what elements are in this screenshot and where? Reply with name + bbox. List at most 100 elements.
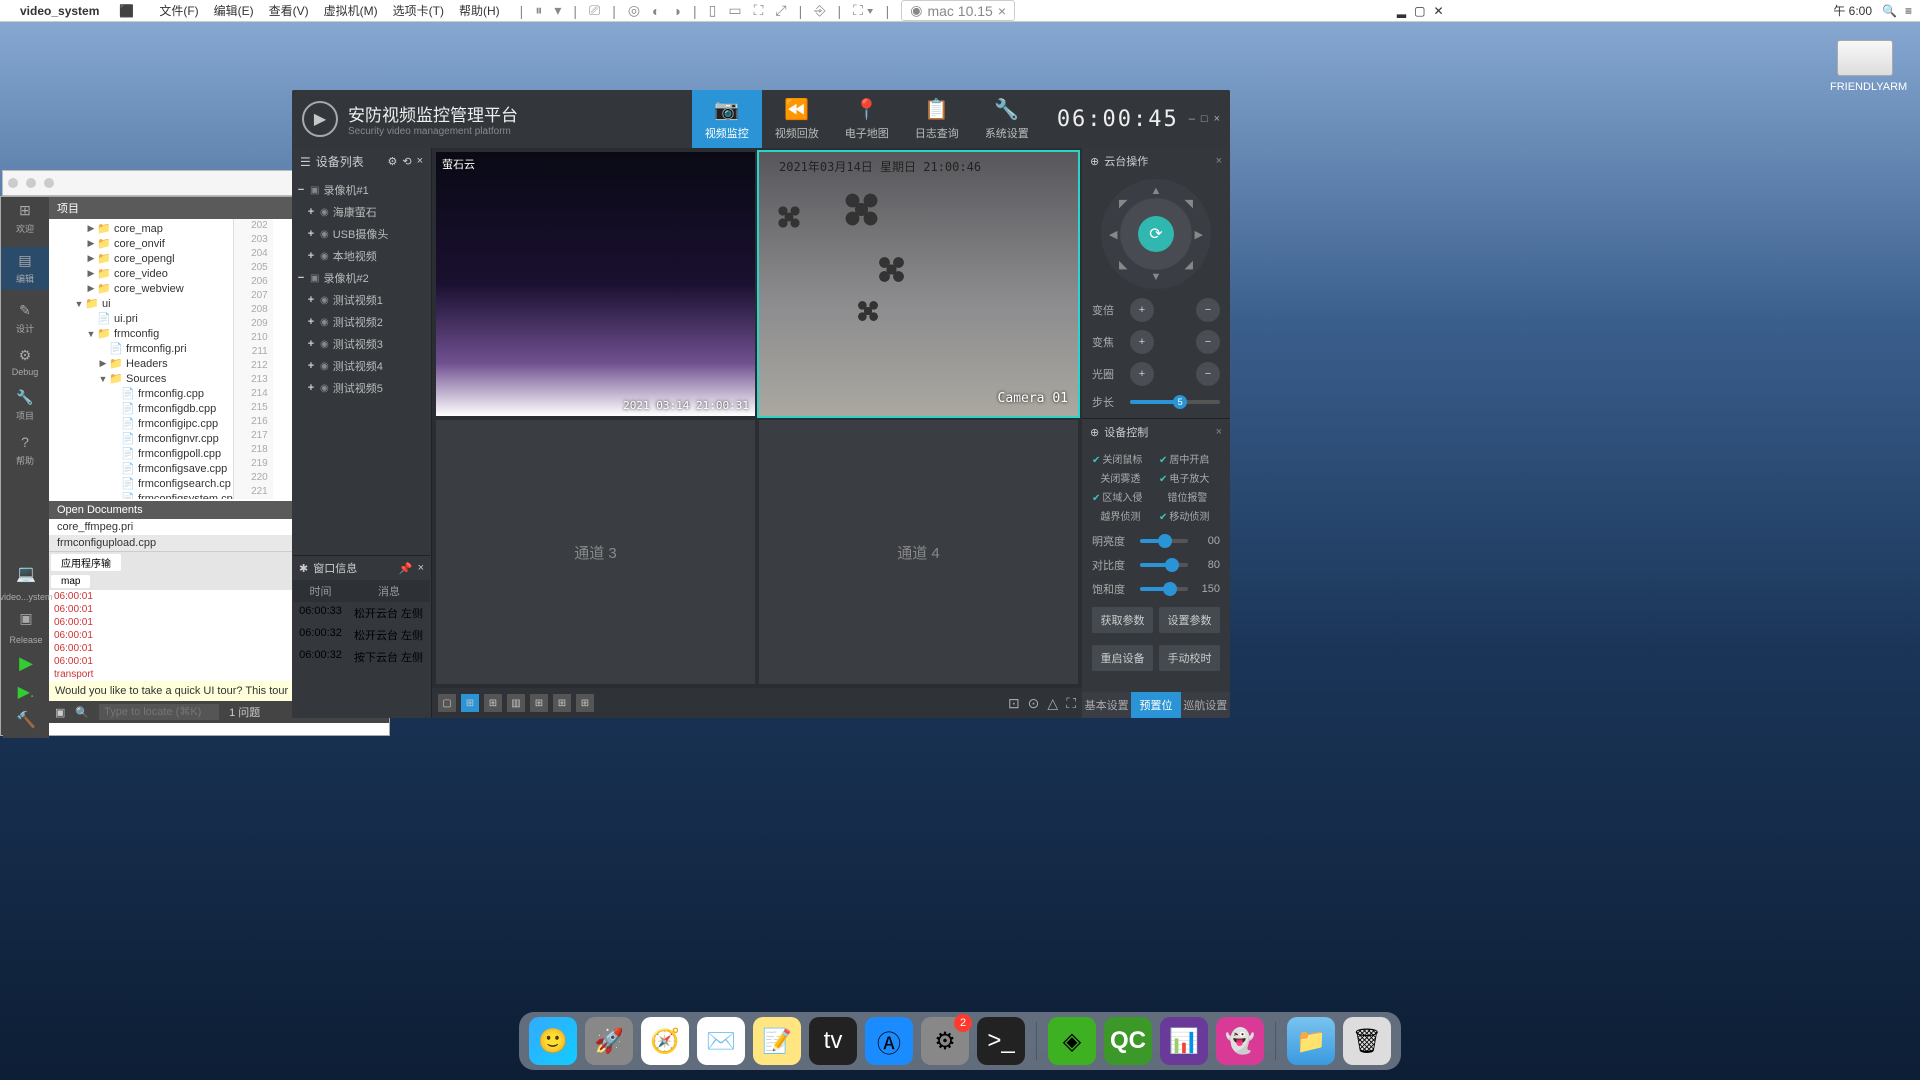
console-icon[interactable]: ⎆ bbox=[814, 2, 825, 19]
vm-app-icon[interactable]: ⬛ bbox=[119, 4, 134, 18]
fullscreen-icon[interactable]: ⛶ bbox=[1066, 695, 1076, 712]
plus-button[interactable]: + bbox=[1130, 362, 1154, 386]
dock-terminal[interactable]: >_ bbox=[977, 1017, 1025, 1065]
tab-preset[interactable]: 预置位 bbox=[1131, 692, 1180, 718]
fullscreen-icon[interactable]: ⛶ ▾ bbox=[853, 2, 874, 19]
pause-icon[interactable]: ⏸ bbox=[535, 2, 542, 19]
tree-item[interactable]: 📄frmconfigdb.cpp bbox=[49, 401, 233, 416]
build-hammer-icon[interactable]: 🔨 bbox=[16, 710, 36, 730]
minus-button[interactable]: − bbox=[1196, 298, 1220, 322]
reboot-button[interactable]: 重启设备 bbox=[1092, 645, 1153, 671]
locator-input[interactable] bbox=[99, 704, 219, 720]
menubar-clock[interactable]: 午 6:00 bbox=[1833, 2, 1872, 19]
layout-4[interactable]: ⊞ bbox=[461, 694, 479, 712]
tree-item[interactable]: ▼📁Sources bbox=[49, 371, 233, 386]
dropdown-icon[interactable]: ▾ bbox=[554, 2, 561, 19]
dock-settings[interactable]: ⚙2 bbox=[921, 1017, 969, 1065]
tree-item[interactable]: 📄frmconfigpoll.cpp bbox=[49, 446, 233, 461]
dock-app-monitor[interactable]: 📊 bbox=[1160, 1017, 1208, 1065]
menu-tab[interactable]: 选项卡(T) bbox=[393, 2, 444, 19]
tree-item[interactable]: 📄frmconfigipc.cpp bbox=[49, 416, 233, 431]
ptz-dr-icon[interactable]: ◢ bbox=[1185, 258, 1193, 271]
dock-qtcreator[interactable]: QC bbox=[1104, 1017, 1152, 1065]
feature-toggle[interactable]: ✔移动侦测 bbox=[1159, 508, 1220, 523]
ptz-down-icon[interactable]: ▼ bbox=[1151, 271, 1162, 283]
tree-item[interactable]: ▶📁core_video bbox=[49, 266, 233, 281]
snapshot-icon[interactable]: ⊡ bbox=[1008, 695, 1020, 712]
max-icon[interactable]: □ bbox=[1201, 113, 1208, 125]
project-tree[interactable]: ▶📁core_map▶📁core_onvif▶📁core_opengl▶📁cor… bbox=[49, 219, 233, 499]
dock-finder[interactable]: 🙂 bbox=[529, 1017, 577, 1065]
dock-trash[interactable]: 🗑 bbox=[1343, 1017, 1391, 1065]
debug-run-icon[interactable]: ▶. bbox=[18, 682, 35, 702]
run-icon[interactable]: ▶ bbox=[19, 653, 33, 674]
device-item[interactable]: +◉本地视频 bbox=[292, 245, 431, 267]
gear-icon[interactable]: ⚙ bbox=[387, 155, 397, 168]
mode-project[interactable]: 🔧项目 bbox=[16, 389, 34, 422]
mode-help[interactable]: ?帮助 bbox=[16, 434, 34, 467]
output-tab[interactable]: 应用程序输 bbox=[51, 554, 121, 571]
dock-tv[interactable]: tv bbox=[809, 1017, 857, 1065]
ptz-wheel[interactable]: ▲ ▼ ◀ ▶ ◤ ◥ ◣ ◢ ⟳ bbox=[1101, 179, 1211, 289]
mode-debug[interactable]: ⚙Debug bbox=[12, 347, 39, 377]
device-item[interactable]: −▣录像机#2 bbox=[292, 267, 431, 289]
active-app[interactable]: video_system bbox=[20, 4, 99, 18]
camera-cell-2[interactable]: 2021年03月14日 星期日 21:00:46 Camera 01 bbox=[759, 152, 1078, 416]
device-item[interactable]: +◉测试视频4 bbox=[292, 355, 431, 377]
plus-button[interactable]: + bbox=[1130, 330, 1154, 354]
min-icon[interactable]: – bbox=[1189, 113, 1195, 125]
minus-button[interactable]: − bbox=[1196, 330, 1220, 354]
close-dot[interactable] bbox=[8, 178, 18, 188]
dock-safari[interactable]: 🧭 bbox=[641, 1017, 689, 1065]
max-dot[interactable] bbox=[44, 178, 54, 188]
layout-16[interactable]: ⊞ bbox=[553, 694, 571, 712]
close-icon[interactable]: × bbox=[418, 562, 424, 575]
device-item[interactable]: +◉海康萤石 bbox=[292, 201, 431, 223]
layout-icon-4[interactable]: ⤢ bbox=[775, 2, 786, 19]
tree-item[interactable]: 📄ui.pri bbox=[49, 311, 233, 326]
tree-item[interactable]: ▶📁core_opengl bbox=[49, 251, 233, 266]
feature-toggle[interactable]: ✔关闭鼠标 bbox=[1092, 451, 1153, 466]
tree-item[interactable]: ▶📁core_onvif bbox=[49, 236, 233, 251]
vm-tab[interactable]: ◉ mac 10.15 × bbox=[901, 0, 1015, 21]
min-dot[interactable] bbox=[26, 178, 36, 188]
feature-toggle[interactable]: ✔错位报警 bbox=[1159, 489, 1220, 504]
menu-vm[interactable]: 虚拟机(M) bbox=[324, 2, 378, 19]
device-item[interactable]: +◉测试视频1 bbox=[292, 289, 431, 311]
slider[interactable] bbox=[1140, 563, 1188, 567]
refresh-icon[interactable]: ⟲ bbox=[402, 155, 411, 168]
layout-icon-3[interactable]: ⛶ bbox=[754, 2, 764, 19]
icon-1[interactable]: ◎ bbox=[628, 2, 640, 19]
close-icon[interactable]: × bbox=[1214, 113, 1220, 125]
slider[interactable] bbox=[1140, 539, 1188, 543]
device-item[interactable]: +◉测试视频3 bbox=[292, 333, 431, 355]
build-icon[interactable]: ▣ bbox=[19, 610, 32, 627]
mode-welcome[interactable]: ⊞欢迎 bbox=[16, 202, 34, 235]
ptz-right-icon[interactable]: ▶ bbox=[1195, 228, 1203, 241]
close-icon[interactable]: × bbox=[1216, 426, 1222, 438]
record-icon[interactable]: ⊙ bbox=[1028, 695, 1040, 712]
nav-日志查询[interactable]: 📋日志查询 bbox=[902, 90, 972, 148]
camera-cell-3[interactable]: 通道 3 bbox=[436, 420, 755, 684]
panel-icon[interactable]: ▣ bbox=[55, 706, 65, 719]
plus-button[interactable]: + bbox=[1130, 298, 1154, 322]
get-params-button[interactable]: 获取参数 bbox=[1092, 607, 1153, 633]
tree-item[interactable]: ▶📁core_webview bbox=[49, 281, 233, 296]
close-icon[interactable]: × bbox=[417, 155, 423, 168]
menu-edit[interactable]: 编辑(E) bbox=[214, 2, 254, 19]
ptz-home-button[interactable]: ⟳ bbox=[1138, 216, 1174, 252]
device-item[interactable]: −▣录像机#1 bbox=[292, 179, 431, 201]
layout-1[interactable]: ▢ bbox=[438, 694, 456, 712]
icon-3[interactable]: ◑ bbox=[673, 3, 681, 19]
tree-item[interactable]: 📄frmconfignvr.cpp bbox=[49, 431, 233, 446]
nav-系统设置[interactable]: 🔧系统设置 bbox=[972, 90, 1042, 148]
dock-notes[interactable]: 📝 bbox=[753, 1017, 801, 1065]
tree-item[interactable]: 📄frmconfigsearch.cp bbox=[49, 476, 233, 491]
set-params-button[interactable]: 设置参数 bbox=[1159, 607, 1220, 633]
snapshot-icon[interactable]: ⎚ bbox=[589, 2, 600, 19]
alarm-icon[interactable]: △ bbox=[1047, 695, 1058, 712]
window-close-icon[interactable]: ✕ bbox=[1433, 4, 1443, 18]
dock-app-pink[interactable]: 👻 bbox=[1216, 1017, 1264, 1065]
icon-2[interactable]: ◐ bbox=[652, 3, 660, 19]
close-icon[interactable]: × bbox=[1216, 155, 1222, 167]
